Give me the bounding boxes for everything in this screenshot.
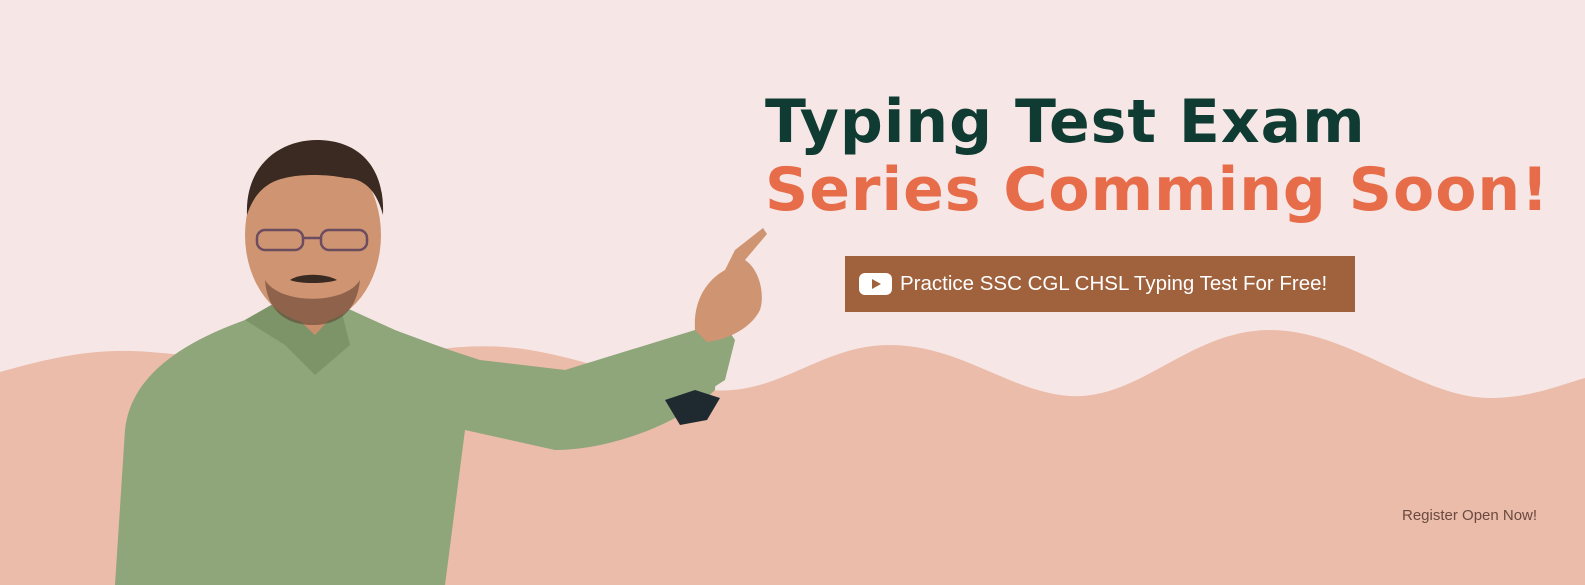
practice-typing-test-button[interactable]: Practice SSC CGL CHSL Typing Test For Fr… bbox=[845, 256, 1355, 312]
headline: Typing Test Exam Series Comming Soon! bbox=[765, 92, 1550, 220]
headline-line-2: Series Comming Soon! bbox=[765, 155, 1550, 225]
headline-line-1: Typing Test Exam bbox=[765, 87, 1366, 157]
shirt-shape bbox=[115, 300, 720, 585]
pointing-hand bbox=[694, 228, 767, 342]
youtube-play-icon bbox=[859, 273, 892, 295]
register-open-text: Register Open Now! bbox=[1402, 507, 1538, 524]
presenter-photo bbox=[115, 140, 767, 585]
cta-label: Practice SSC CGL CHSL Typing Test For Fr… bbox=[900, 272, 1328, 295]
promo-banner: Typing Test Exam Series Comming Soon! Pr… bbox=[0, 0, 1585, 585]
